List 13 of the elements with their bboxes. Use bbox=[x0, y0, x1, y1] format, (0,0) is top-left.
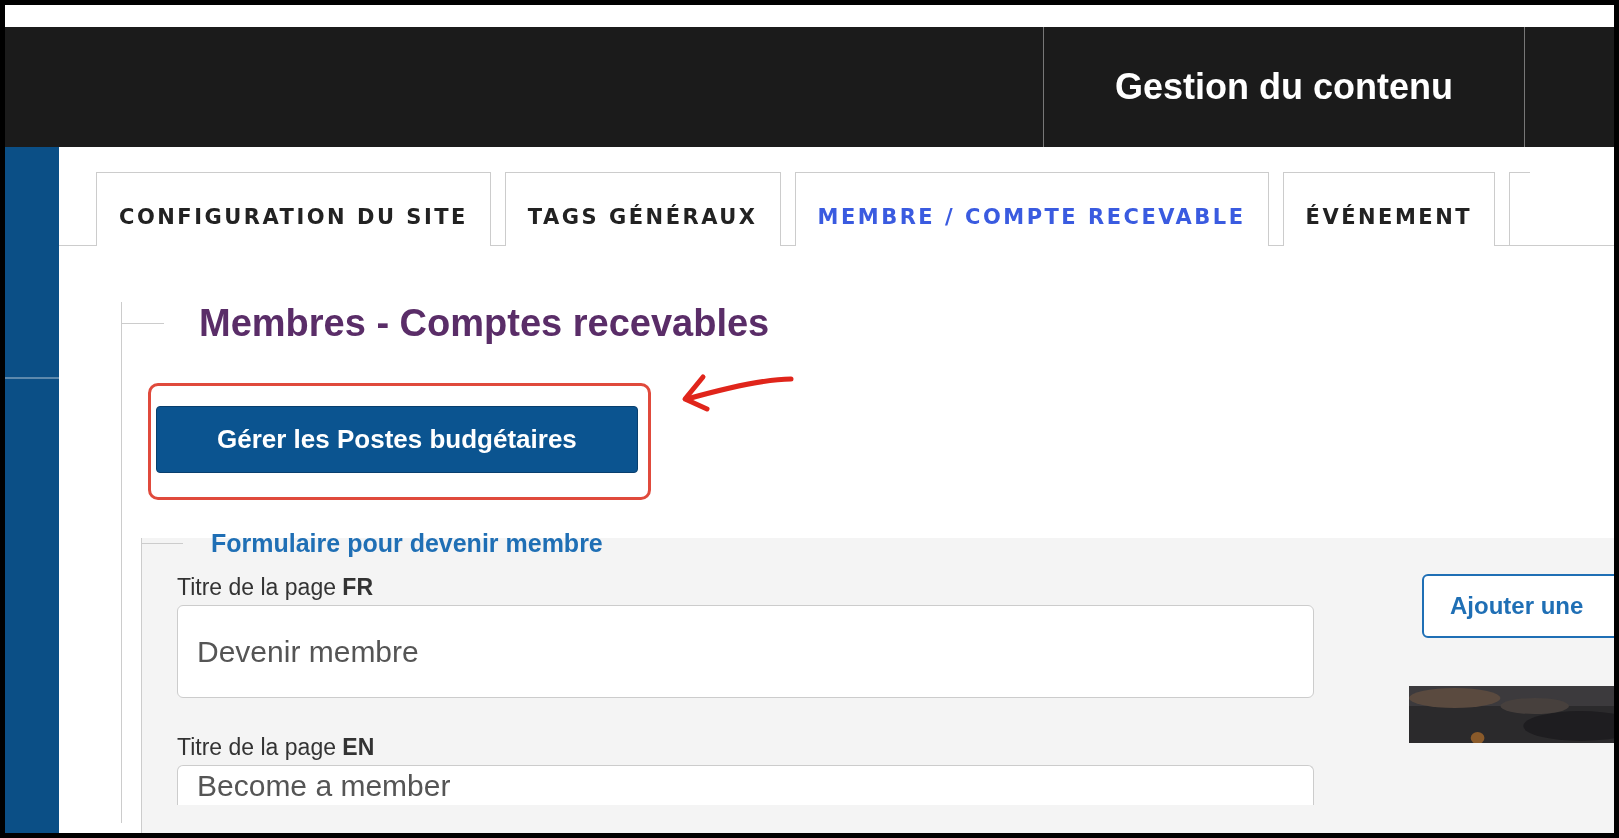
tab[interactable]: ÉVÉNEMENT bbox=[1282, 172, 1496, 246]
input-field[interactable]: Become a member bbox=[177, 765, 1314, 805]
add-button[interactable]: Ajouter une bbox=[1422, 574, 1614, 638]
input-field[interactable]: Devenir membre bbox=[177, 605, 1314, 698]
field-label: Titre de la page EN bbox=[177, 734, 376, 761]
form-legend: Formulaire pour devenir membre bbox=[211, 528, 603, 558]
menu-item[interactable]: Gestion du contenu bbox=[1115, 66, 1453, 108]
section-title: Membres - Comptes recevables bbox=[199, 302, 770, 345]
tab[interactable]: MEMBRE / COMPTE RECEVABLE bbox=[794, 172, 1269, 246]
manage-button[interactable]: Gérer les Postes budgétaires bbox=[156, 406, 638, 473]
field-label: Titre de la page FR bbox=[177, 574, 375, 601]
tab[interactable]: CONFIGURATION DU SITE bbox=[96, 172, 491, 246]
tab[interactable]: TAGS GÉNÉRAUX bbox=[504, 172, 781, 246]
